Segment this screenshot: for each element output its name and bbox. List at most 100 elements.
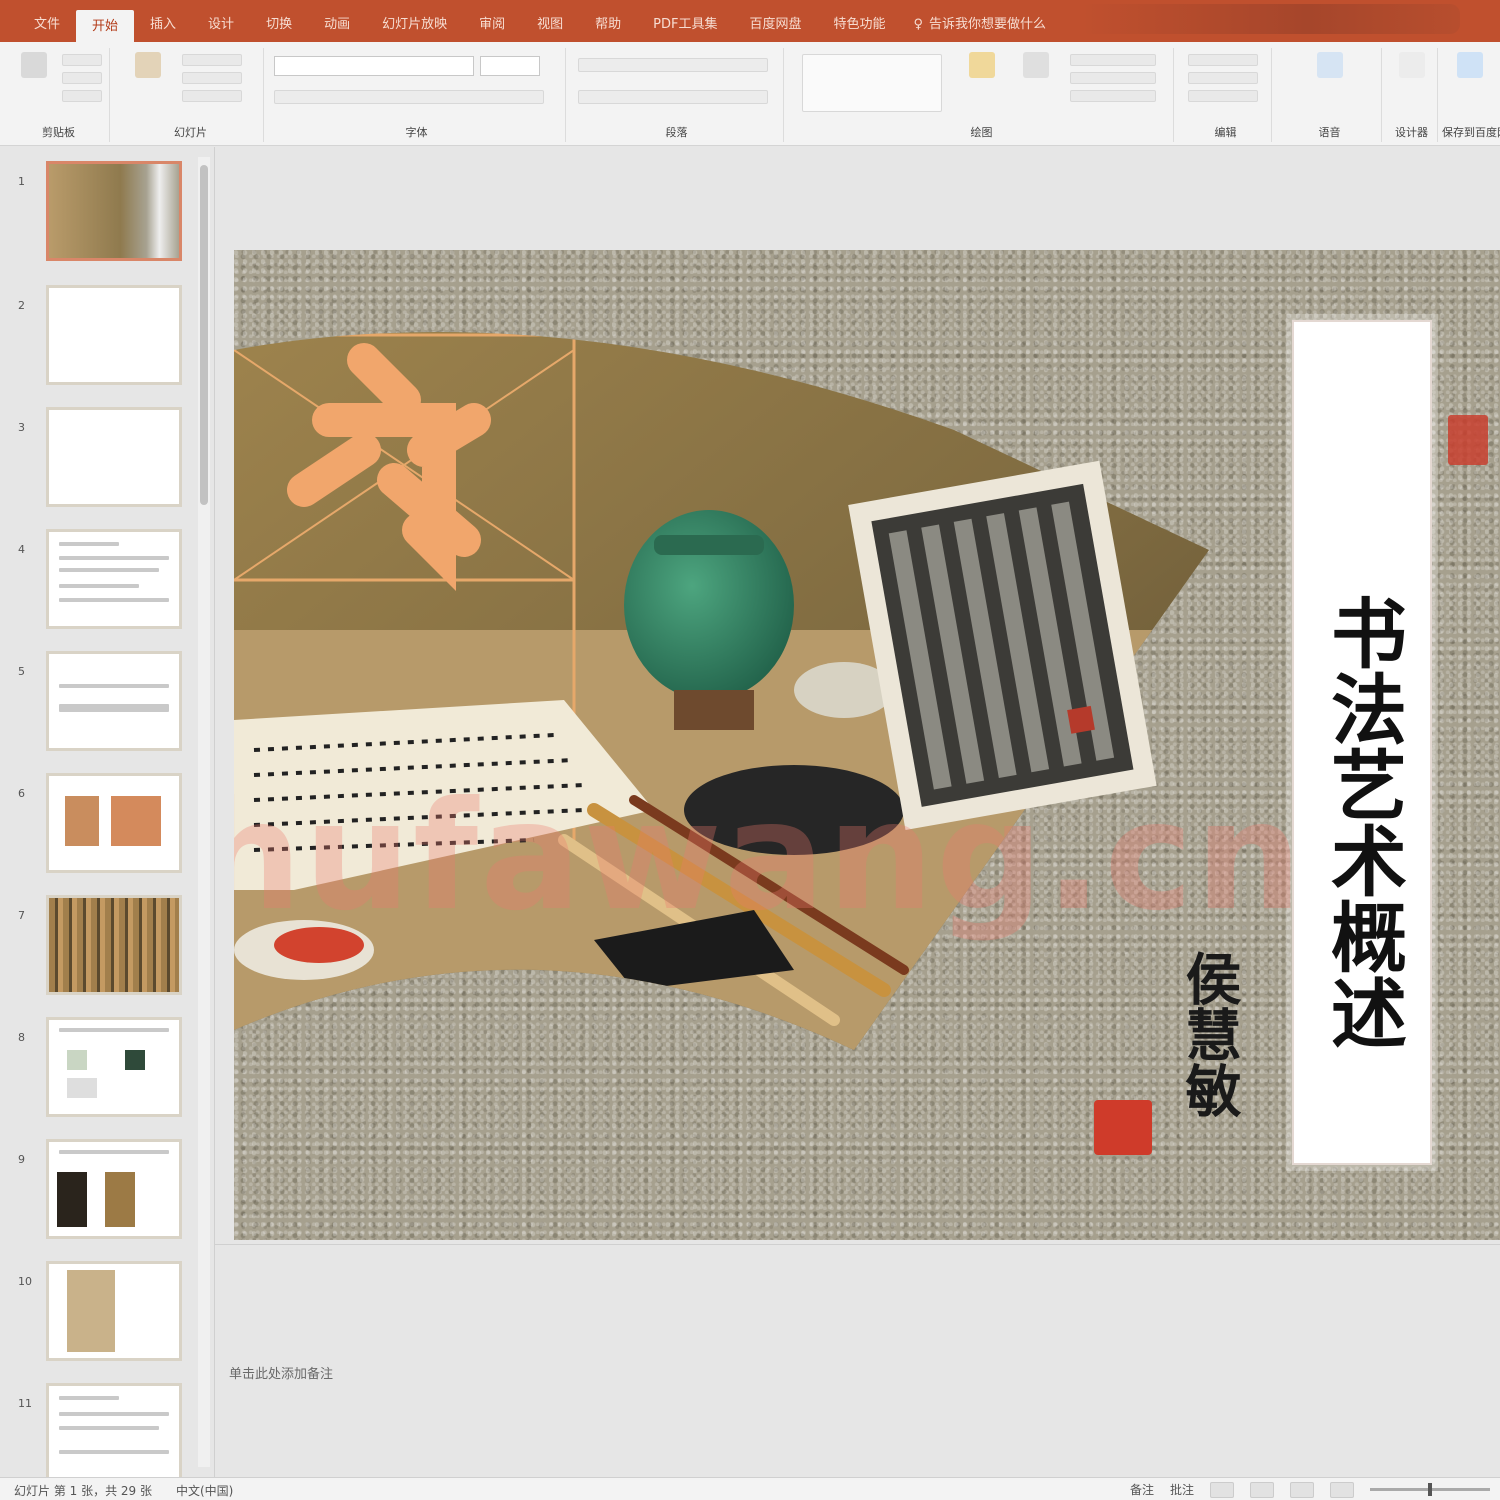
tab-review[interactable]: 审阅 bbox=[463, 0, 521, 42]
quick-styles-button[interactable] bbox=[1016, 52, 1056, 100]
notes-toggle-button[interactable]: 备注 bbox=[1130, 1481, 1154, 1498]
select-button[interactable] bbox=[1188, 90, 1258, 102]
section-button[interactable] bbox=[182, 90, 242, 102]
new-slide-button[interactable] bbox=[128, 52, 168, 100]
comments-toggle-button[interactable]: 批注 bbox=[1170, 1481, 1194, 1498]
slide-thumbnail-3[interactable]: 3 bbox=[8, 407, 188, 515]
font-size-combobox[interactable] bbox=[480, 56, 540, 76]
zoom-slider-knob[interactable] bbox=[1428, 1483, 1432, 1496]
slide-thumbnail-8[interactable]: 8 bbox=[8, 1017, 188, 1125]
slide-thumbnail-preview bbox=[46, 529, 182, 629]
font-formatting-row[interactable] bbox=[274, 90, 544, 104]
tab-insert[interactable]: 插入 bbox=[134, 0, 192, 42]
slide-thumbnail-2[interactable]: 2 bbox=[8, 285, 188, 393]
group-label: 保存到百度网盘 bbox=[1442, 126, 1500, 139]
find-button[interactable] bbox=[1188, 54, 1258, 66]
notes-pane[interactable]: 单击此处添加备注 bbox=[215, 1244, 1500, 1476]
tell-me-label: 告诉我你想要做什么 bbox=[929, 17, 1047, 32]
tab-slideshow[interactable]: 幻灯片放映 bbox=[366, 0, 463, 42]
title-scroll[interactable]: 书法艺术概述 bbox=[1292, 320, 1432, 1165]
slide-number: 7 bbox=[18, 909, 25, 922]
shape-outline-button[interactable] bbox=[1070, 72, 1156, 84]
slide-number: 4 bbox=[18, 543, 25, 556]
design-ideas-button[interactable] bbox=[1392, 52, 1432, 100]
slide-thumbnail-preview bbox=[46, 285, 182, 385]
thumb-image bbox=[57, 1172, 87, 1227]
alignment-buttons-row[interactable] bbox=[578, 90, 768, 104]
microphone-icon bbox=[1317, 52, 1343, 78]
list-buttons-row[interactable] bbox=[578, 58, 768, 72]
slide-thumbnail-5[interactable]: 5 bbox=[8, 651, 188, 759]
slide-thumbnail-4[interactable]: 4 bbox=[8, 529, 188, 637]
normal-view-button[interactable] bbox=[1210, 1481, 1234, 1498]
reading-view-button[interactable] bbox=[1290, 1481, 1314, 1498]
shapes-gallery[interactable] bbox=[802, 54, 942, 112]
cut-button[interactable] bbox=[62, 54, 102, 66]
arrange-icon bbox=[969, 52, 995, 78]
shape-fill-button[interactable] bbox=[1070, 54, 1156, 66]
notes-placeholder[interactable]: 单击此处添加备注 bbox=[229, 1363, 333, 1382]
design-ideas-icon bbox=[1399, 52, 1425, 78]
ribbon-tab-bar: 文件 开始 插入 设计 切换 动画 幻灯片放映 审阅 视图 帮助 PDF工具集 … bbox=[0, 0, 1500, 42]
layout-button[interactable] bbox=[182, 54, 242, 66]
slide-sorter-button[interactable] bbox=[1250, 1481, 1274, 1498]
slideshow-button[interactable] bbox=[1330, 1481, 1354, 1498]
tab-home[interactable]: 开始 bbox=[76, 10, 135, 42]
zoom-slider[interactable] bbox=[1370, 1483, 1490, 1496]
tab-help[interactable]: 帮助 bbox=[579, 0, 637, 42]
dictate-button[interactable] bbox=[1310, 52, 1350, 100]
group-paragraph: 段落 bbox=[570, 48, 784, 142]
slide-number: 2 bbox=[18, 299, 25, 312]
thumb-text-line bbox=[59, 684, 169, 688]
arrange-button[interactable] bbox=[962, 52, 1002, 100]
ribbon-tabs: 文件 开始 插入 设计 切换 动画 幻灯片放映 审阅 视图 帮助 PDF工具集 … bbox=[18, 0, 1058, 42]
slide-canvas[interactable]: 书法艺术概述 侯慧敏 shufawang.cn bbox=[234, 250, 1500, 1240]
slide-thumbnail-9[interactable]: 9 bbox=[8, 1139, 188, 1247]
slide-number: 5 bbox=[18, 665, 25, 678]
author-signature[interactable]: 侯慧敏 bbox=[1164, 950, 1244, 1210]
slide-thumbnail-preview bbox=[46, 1139, 182, 1239]
slide-thumbnail-6[interactable]: 6 bbox=[8, 773, 188, 881]
tab-view[interactable]: 视图 bbox=[521, 0, 579, 42]
tab-featured[interactable]: 特色功能 bbox=[818, 0, 902, 42]
slide-thumbnail-7[interactable]: 7 bbox=[8, 895, 188, 1003]
thumb-text-line bbox=[59, 1150, 169, 1154]
language-indicator[interactable]: 中文(中国) bbox=[176, 1482, 233, 1499]
replace-button[interactable] bbox=[1188, 72, 1258, 84]
cloud-icon bbox=[1457, 52, 1483, 78]
group-save-baidu: 保存到百度网盘 bbox=[1442, 48, 1500, 142]
reset-button[interactable] bbox=[182, 72, 242, 84]
slide-thumbnail-1[interactable]: 1 bbox=[8, 161, 188, 269]
thumb-text-line bbox=[59, 598, 169, 602]
tab-transitions[interactable]: 切换 bbox=[250, 0, 308, 42]
thumb-image bbox=[67, 1078, 97, 1098]
slide-number: 3 bbox=[18, 421, 25, 434]
tab-design[interactable]: 设计 bbox=[192, 0, 250, 42]
scrollbar-thumb[interactable] bbox=[200, 165, 208, 505]
watermark-text: shufawang.cn bbox=[234, 770, 1304, 944]
tab-file[interactable]: 文件 bbox=[18, 0, 76, 42]
tab-baidu-netdisk[interactable]: 百度网盘 bbox=[733, 0, 817, 42]
thumb-text-line bbox=[59, 1028, 169, 1032]
font-name-combobox[interactable] bbox=[274, 56, 474, 76]
slide-number: 9 bbox=[18, 1153, 25, 1166]
tab-animations[interactable]: 动画 bbox=[308, 0, 366, 42]
format-painter-button[interactable] bbox=[62, 90, 102, 102]
slide-thumbnail-11[interactable]: 11 bbox=[8, 1383, 188, 1491]
thumbnail-scrollbar[interactable] bbox=[198, 157, 210, 1467]
tab-pdf-tools[interactable]: PDF工具集 bbox=[637, 0, 733, 42]
thumb-image bbox=[111, 796, 161, 846]
shape-effects-button[interactable] bbox=[1070, 90, 1156, 102]
thumb-text-line bbox=[59, 704, 169, 712]
quick-styles-icon bbox=[1023, 52, 1049, 78]
copy-button[interactable] bbox=[62, 72, 102, 84]
title-decoration bbox=[1080, 4, 1460, 34]
slide-title[interactable]: 书法艺术概述 bbox=[1294, 472, 1430, 1172]
thumb-image bbox=[65, 796, 99, 846]
slide-thumbnail-10[interactable]: 10 bbox=[8, 1261, 188, 1369]
group-font: 字体 bbox=[268, 48, 566, 142]
tell-me-search[interactable]: ♀ 告诉我你想要做什么 bbox=[902, 0, 1059, 42]
thumb-text-line bbox=[59, 568, 159, 572]
save-to-baidu-button[interactable] bbox=[1450, 52, 1490, 100]
paste-button[interactable] bbox=[14, 52, 54, 100]
